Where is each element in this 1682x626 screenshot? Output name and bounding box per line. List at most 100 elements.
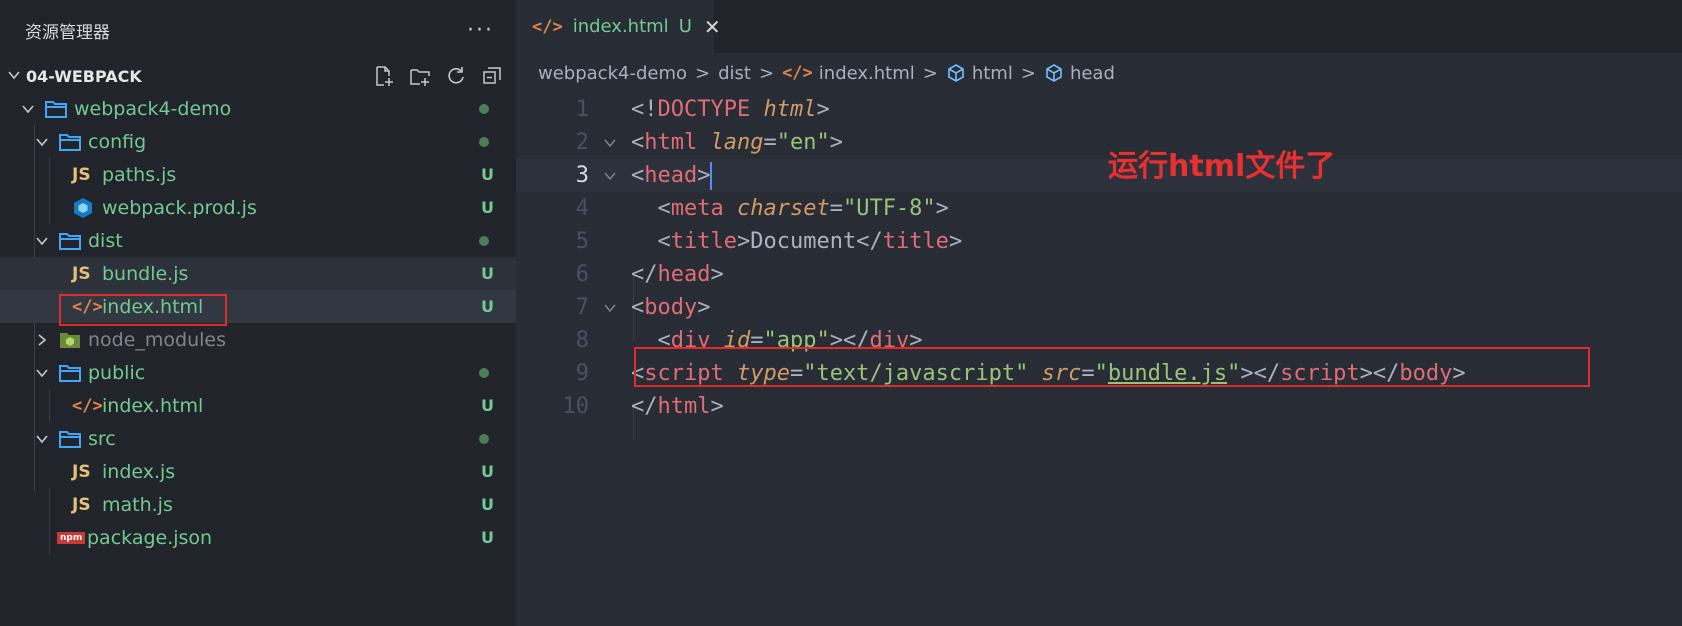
code-text: <html lang="en"> [631, 130, 843, 155]
tree-item-file[interactable]: JS bundle.js U [0, 257, 516, 290]
tree-item-file[interactable]: webpack.prod.js U [0, 191, 516, 224]
line-number: 1 [575, 97, 589, 122]
chevron-down-icon[interactable] [32, 234, 52, 248]
collapse-all-icon[interactable] [480, 64, 504, 88]
highlight-box-code [634, 347, 1590, 387]
tab-bar: </> index.html U ✕ [516, 0, 1682, 53]
explorer-header: 资源管理器 ··· [0, 0, 516, 60]
javascript-file-icon: JS [72, 263, 91, 284]
tree-item-label: paths.js [102, 163, 177, 186]
chevron-down-icon[interactable] [32, 135, 52, 149]
tree-item-file-selected[interactable]: </> index.html U [0, 290, 516, 323]
fold-chevron-icon[interactable] [589, 301, 631, 315]
code-line: 1 <!DOCTYPE html> [516, 93, 1682, 126]
code-line: 2 <html lang="en"> [516, 126, 1682, 159]
untracked-badge: U [481, 396, 494, 415]
untracked-badge: U [481, 297, 494, 316]
code-editor[interactable]: 1 <!DOCTYPE html> 2 <html lang="en"> 3 <… [516, 93, 1682, 440]
untracked-badge: U [678, 16, 692, 37]
cube-icon [1046, 64, 1062, 82]
workspace-section-header[interactable]: 04-WEBPACK [0, 60, 516, 92]
tree-item-file[interactable]: JS paths.js U [0, 158, 516, 191]
tree-item-label: math.js [102, 493, 173, 516]
javascript-file-icon: JS [72, 164, 91, 185]
explorer-sidebar: 资源管理器 ··· 04-WEBPACK webpack4-demo confi… [0, 0, 516, 626]
breadcrumb-separator: > [695, 62, 711, 84]
file-tree: webpack4-demo config JS paths.js U webpa… [0, 92, 516, 554]
cube-icon [948, 64, 964, 82]
new-file-icon[interactable] [372, 64, 396, 88]
breadcrumb-item-symbol[interactable]: html [946, 63, 1013, 84]
folder-open-icon [58, 231, 84, 251]
tree-item-folder[interactable]: webpack4-demo [0, 92, 516, 125]
line-number: 9 [575, 361, 589, 386]
tree-item-file[interactable]: JS math.js U [0, 488, 516, 521]
workspace-name: 04-WEBPACK [26, 66, 142, 86]
code-text: <body> [631, 295, 711, 320]
breadcrumb-item-file[interactable]: </> index.html [782, 63, 915, 84]
code-text: <!DOCTYPE html> [631, 97, 830, 122]
more-actions-icon[interactable]: ··· [467, 18, 494, 43]
tree-item-folder[interactable]: config [0, 125, 516, 158]
tab-label: index.html [572, 16, 669, 37]
code-line: 5 <title>Document</title> [516, 225, 1682, 258]
line-number: 5 [575, 229, 589, 254]
tree-item-label: webpack4-demo [74, 97, 232, 120]
tree-item-label: package.json [87, 526, 213, 549]
explorer-title: 资源管理器 [25, 22, 110, 43]
tree-item-folder[interactable]: node_modules [0, 323, 516, 356]
tree-item-file[interactable]: JS index.js U [0, 455, 516, 488]
folder-open-icon [58, 132, 84, 152]
folder-open-icon [58, 429, 84, 449]
chevron-down-icon[interactable] [32, 432, 52, 446]
tree-item-folder[interactable]: src [0, 422, 516, 455]
modified-dot [479, 235, 489, 246]
tree-item-label: webpack.prod.js [102, 196, 257, 219]
tree-item-file[interactable]: </> index.html U [0, 389, 516, 422]
html-file-icon: </> [72, 395, 103, 416]
chevron-right-icon[interactable] [32, 333, 52, 347]
tree-item-label: bundle.js [102, 262, 189, 285]
chevron-down-icon[interactable] [1, 67, 26, 86]
refresh-icon[interactable] [444, 64, 468, 88]
code-text: <meta charset="UTF-8"> [657, 196, 949, 221]
line-number: 4 [575, 196, 589, 221]
fold-chevron-icon[interactable] [589, 169, 631, 183]
code-line: 7 <body> [516, 291, 1682, 324]
close-icon[interactable]: ✕ [704, 15, 721, 39]
html-file-icon: </> [782, 63, 813, 83]
untracked-badge: U [481, 528, 494, 547]
tree-item-label: index.html [102, 295, 204, 318]
untracked-badge: U [481, 198, 494, 217]
code-text: </html> [631, 394, 724, 419]
untracked-badge: U [481, 495, 494, 514]
tree-item-label: index.js [102, 460, 176, 483]
code-line-current: 3 <head> [516, 159, 1682, 192]
chevron-down-icon[interactable] [32, 366, 52, 380]
breadcrumb-item-folder[interactable]: dist [718, 63, 751, 84]
chevron-down-icon[interactable] [18, 102, 38, 116]
tree-item-label: index.html [102, 394, 204, 417]
line-number: 7 [575, 295, 589, 320]
annotation-text: 运行html文件了 [1108, 149, 1336, 184]
new-folder-icon[interactable] [408, 64, 432, 88]
breadcrumb-separator: > [1020, 62, 1036, 84]
line-number: 3 [575, 163, 589, 188]
breadcrumb-item-symbol[interactable]: head [1044, 63, 1115, 84]
modified-dot [479, 433, 489, 444]
tree-item-file[interactable]: npm package.json U [0, 521, 516, 554]
tree-item-folder[interactable]: public [0, 356, 516, 389]
fold-chevron-icon[interactable] [589, 136, 631, 150]
modified-dot [479, 136, 489, 147]
modified-dot [479, 367, 489, 378]
folder-open-icon [44, 99, 70, 119]
untracked-badge: U [481, 165, 494, 184]
tree-item-label: src [88, 427, 116, 450]
code-text: </head> [631, 262, 724, 287]
tab-index-html[interactable]: </> index.html U ✕ [516, 0, 721, 53]
breadcrumb: webpack4-demo > dist > </> index.html > h… [516, 53, 1682, 93]
code-text: <head> [631, 161, 713, 190]
node-modules-folder-icon [58, 330, 84, 350]
breadcrumb-item-folder[interactable]: webpack4-demo [538, 63, 687, 84]
tree-item-folder[interactable]: dist [0, 224, 516, 257]
